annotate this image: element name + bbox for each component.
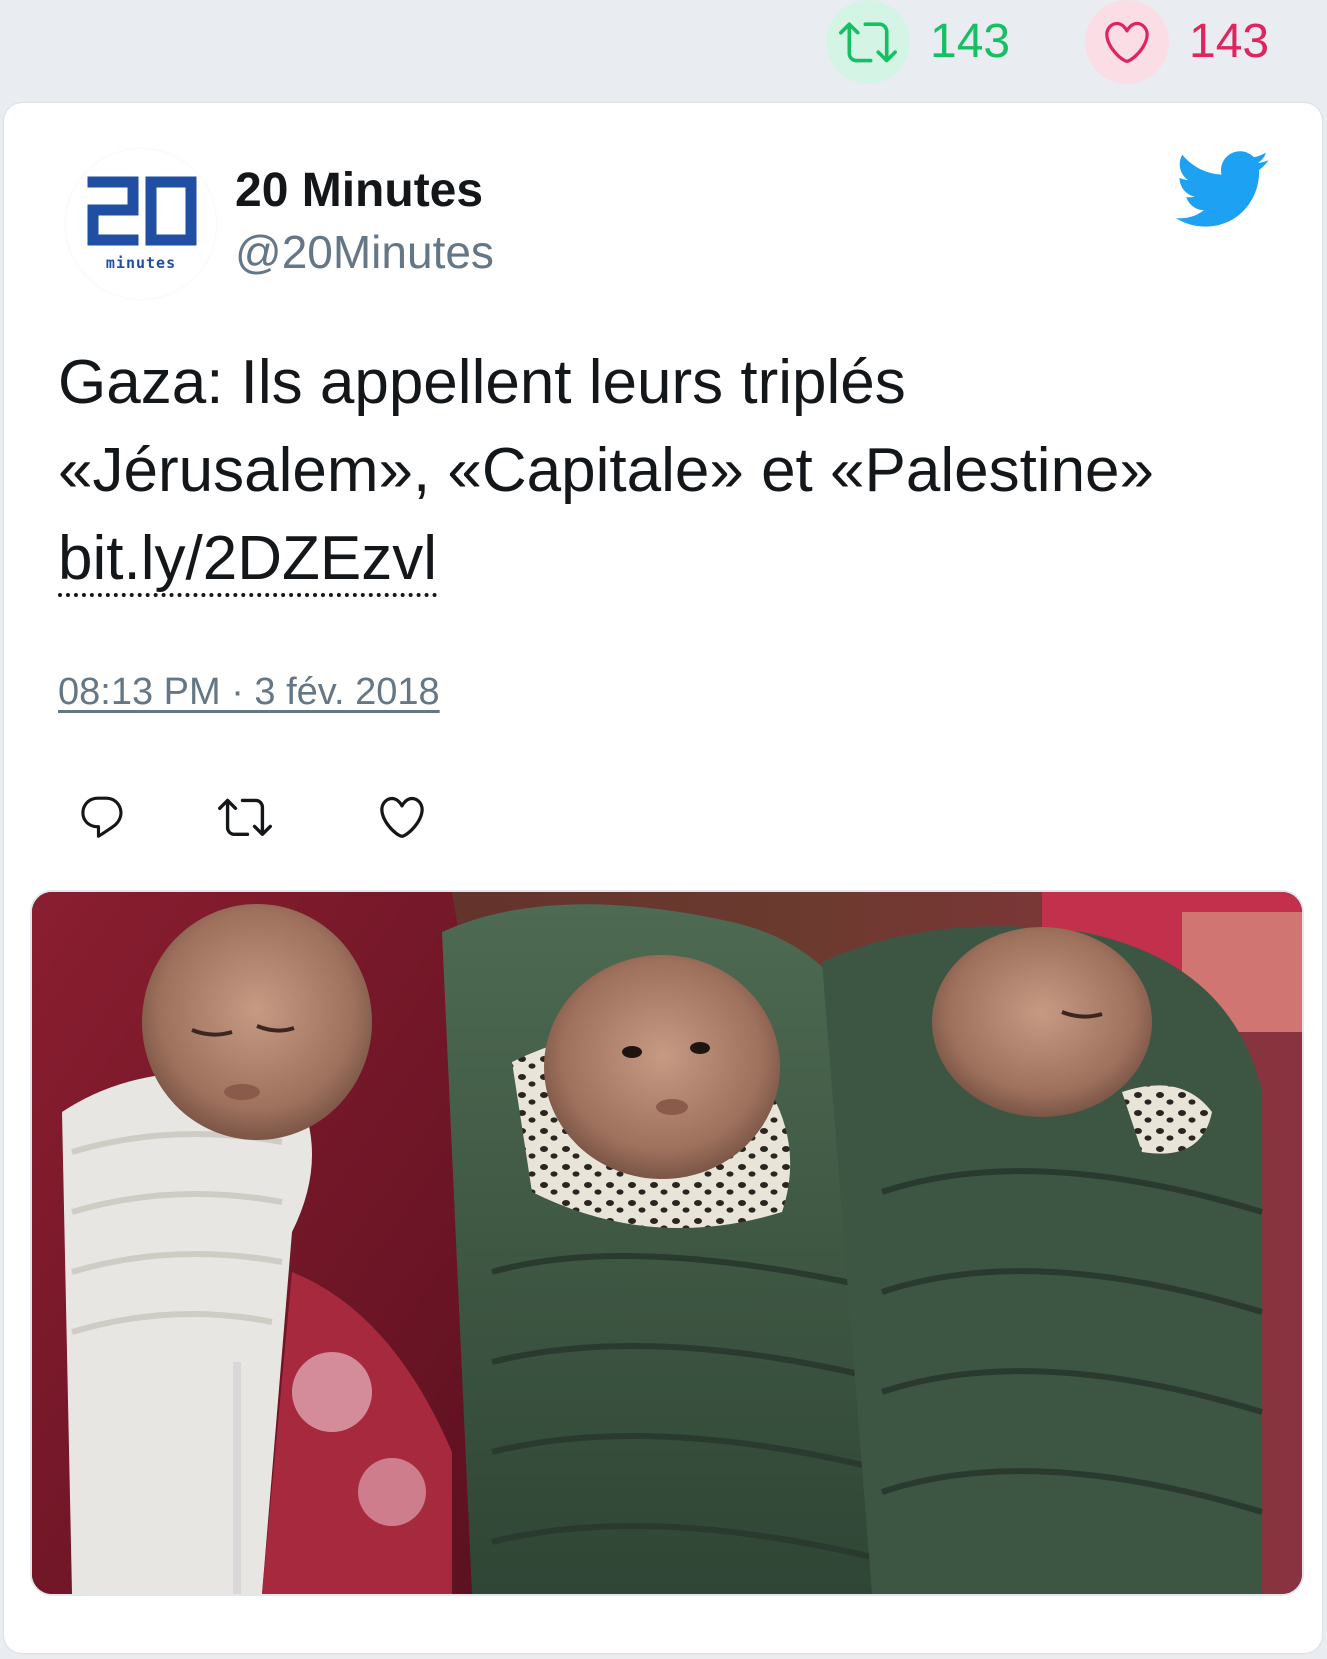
retweet-stat-icon <box>826 0 910 84</box>
like-icon[interactable] <box>374 789 430 845</box>
20-minutes-logo: minutes <box>87 176 197 272</box>
like-count: 143 <box>1189 15 1270 68</box>
like-stat-icon <box>1085 0 1169 84</box>
like-stat[interactable]: 143 <box>1085 0 1269 84</box>
tweet-card: minutes 20 Minutes @20Minutes Gaza: Ils … <box>4 103 1322 1653</box>
retweet-count: 143 <box>930 15 1011 68</box>
tweet-stats-bar: 143 143 <box>0 0 1327 100</box>
tweet-photo[interactable] <box>30 890 1304 1596</box>
photo-triplets-illustration <box>32 892 1302 1594</box>
reply-icon[interactable] <box>74 789 130 845</box>
twitter-bird-icon[interactable] <box>1172 147 1270 231</box>
svg-text:minutes: minutes <box>106 254 176 272</box>
author-name[interactable]: 20 Minutes <box>235 163 483 218</box>
author-avatar[interactable]: minutes <box>66 149 216 299</box>
tweet-timestamp[interactable]: 08:13 PM · 3 fév. 2018 <box>58 671 440 714</box>
tweet-text: Gaza: Ils appellent leurs triplés «Jérus… <box>58 339 1288 603</box>
retweet-stat[interactable]: 143 <box>826 0 1010 84</box>
retweet-icon[interactable] <box>217 789 273 845</box>
tweet-link[interactable]: bit.ly/2DZEzvl <box>58 524 437 597</box>
tweet-body: Gaza: Ils appellent leurs triplés «Jérus… <box>58 348 1155 505</box>
author-handle[interactable]: @20Minutes <box>235 225 494 279</box>
